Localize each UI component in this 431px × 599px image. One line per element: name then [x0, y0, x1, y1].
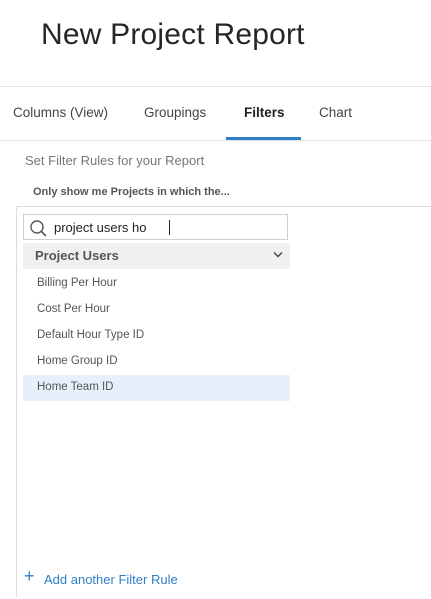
- filters-subtitle: Set Filter Rules for your Report: [25, 153, 205, 168]
- filter-rule-heading: Only show me Projects in which the...: [33, 186, 230, 198]
- tab-chart[interactable]: Chart: [319, 105, 352, 120]
- tab-groupings[interactable]: Groupings: [144, 105, 206, 120]
- group-label: Project Users: [35, 248, 119, 263]
- add-filter-rule-label: Add another Filter Rule: [44, 572, 178, 587]
- option-label: Default Hour Type ID: [37, 329, 145, 341]
- tab-bar: Columns (View) Groupings Filters Chart: [0, 87, 431, 141]
- tab-columns-view[interactable]: Columns (View): [13, 105, 108, 120]
- option-label: Home Group ID: [37, 355, 118, 367]
- option-label: Billing Per Hour: [37, 277, 117, 289]
- option-cost-per-hour[interactable]: Cost Per Hour: [23, 297, 290, 323]
- active-tab-indicator: [226, 137, 301, 140]
- field-search-box[interactable]: [23, 214, 288, 240]
- option-home-team-id[interactable]: Home Team ID: [23, 375, 290, 401]
- option-label: Home Team ID: [37, 381, 114, 393]
- option-label: Cost Per Hour: [37, 303, 110, 315]
- text-caret: [169, 220, 170, 235]
- field-search-input[interactable]: [54, 218, 282, 236]
- page-title: New Project Report: [41, 18, 305, 51]
- page-header: New Project Report: [0, 0, 431, 87]
- search-icon: [30, 220, 47, 237]
- tab-filters[interactable]: Filters: [244, 105, 285, 120]
- group-project-users[interactable]: Project Users: [23, 243, 290, 269]
- chevron-down-icon: [273, 252, 283, 258]
- option-default-hour-type-id[interactable]: Default Hour Type ID: [23, 323, 290, 349]
- option-billing-per-hour[interactable]: Billing Per Hour: [23, 271, 290, 297]
- option-home-group-id[interactable]: Home Group ID: [23, 349, 290, 375]
- plus-icon: +: [24, 566, 35, 586]
